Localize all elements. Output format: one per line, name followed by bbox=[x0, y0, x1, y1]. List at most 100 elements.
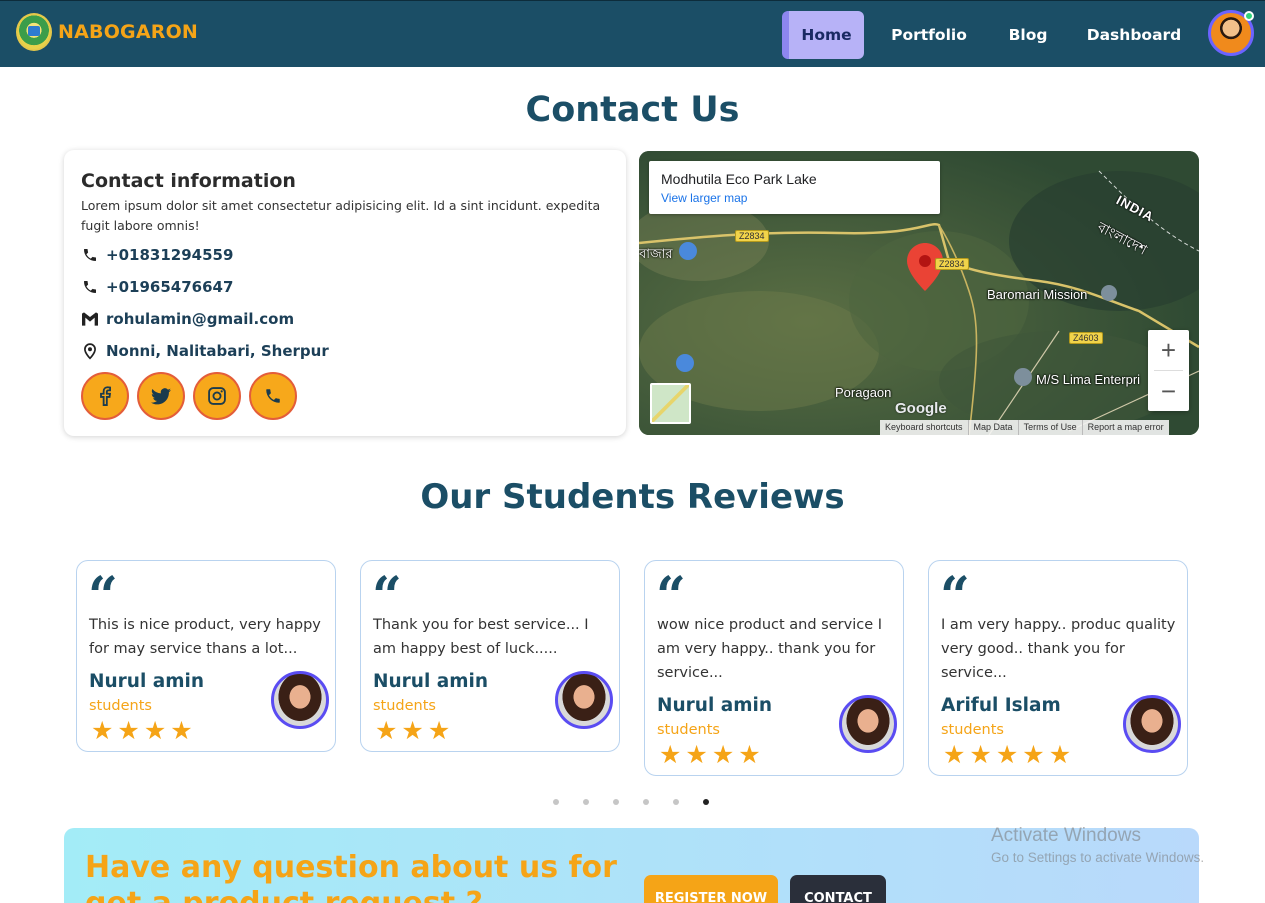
star-icon: ★ bbox=[711, 740, 735, 769]
reviewer-avatar bbox=[1123, 695, 1181, 753]
embedded-map[interactable]: Modhutila Eco Park Lake View larger map … bbox=[639, 151, 1199, 435]
carousel-dot[interactable] bbox=[703, 799, 709, 805]
brand[interactable]: NABOGARON bbox=[16, 13, 198, 51]
nav-blog[interactable]: Blog bbox=[994, 11, 1062, 59]
rating-stars: ★ ★ ★ ★ ★ bbox=[943, 742, 1071, 767]
twitter-icon[interactable] bbox=[137, 372, 185, 420]
star-icon: ★ bbox=[1022, 740, 1045, 769]
report-map-error-link[interactable]: Report a map error bbox=[1083, 420, 1169, 435]
reviewer-name: Nurul amin bbox=[373, 671, 489, 692]
rating-stars: ★ ★ ★ ★ bbox=[659, 742, 761, 767]
star-icon: ★ bbox=[401, 716, 424, 745]
carousel-dot[interactable] bbox=[673, 799, 679, 805]
contact-phone-1[interactable]: +01831294559 bbox=[81, 246, 233, 264]
map-footer: Keyboard shortcuts Map Data Terms of Use… bbox=[880, 420, 1169, 435]
phone-1-text: +01831294559 bbox=[106, 246, 234, 264]
phone-icon bbox=[81, 278, 99, 296]
map-data-link[interactable]: Map Data bbox=[969, 420, 1019, 435]
phone-2-text: +01965476647 bbox=[106, 278, 234, 296]
social-links bbox=[81, 372, 297, 420]
zoom-out-button[interactable]: − bbox=[1148, 371, 1189, 411]
address-text: Nonni, Nalitabari, Sherpur bbox=[106, 342, 329, 360]
star-icon: ★ bbox=[170, 716, 193, 745]
map-type-thumbnail[interactable] bbox=[650, 383, 691, 424]
rating-stars: ★ ★ ★ ★ bbox=[91, 718, 193, 743]
activate-windows-title: Activate Windows bbox=[991, 825, 1141, 846]
reviewer-name: Nurul amin bbox=[657, 695, 773, 716]
reviewer-role: students bbox=[373, 698, 436, 714]
keyboard-shortcuts-link[interactable]: Keyboard shortcuts bbox=[880, 420, 969, 435]
reviewer-role: students bbox=[89, 698, 152, 714]
location-pin-icon bbox=[81, 342, 99, 360]
register-now-button[interactable]: REGISTER NOW bbox=[644, 875, 778, 903]
map-label-baromari: Baromari Mission bbox=[987, 287, 1088, 302]
star-icon: ★ bbox=[685, 740, 708, 769]
reviewer-avatar bbox=[555, 671, 613, 729]
reviewer-avatar bbox=[839, 695, 897, 753]
map-place-card: Modhutila Eco Park Lake View larger map bbox=[649, 161, 940, 214]
contact-heading: Contact information bbox=[81, 170, 296, 192]
cta-title: Have any question about us for get a pro… bbox=[85, 850, 617, 903]
review-card: “ Thank you for best service... I am hap… bbox=[360, 560, 620, 752]
logo-icon bbox=[16, 13, 52, 51]
star-icon: ★ bbox=[91, 716, 114, 745]
star-icon: ★ bbox=[427, 716, 451, 745]
review-card: “ wow nice product and service I am very… bbox=[644, 560, 904, 776]
star-icon: ★ bbox=[143, 716, 167, 745]
phone-call-icon[interactable] bbox=[249, 372, 297, 420]
zoom-in-button[interactable]: + bbox=[1148, 330, 1189, 370]
review-card: “ I am very happy.. produc quality very … bbox=[928, 560, 1188, 776]
carousel-dot[interactable] bbox=[583, 799, 589, 805]
terms-of-use-link[interactable]: Terms of Use bbox=[1019, 420, 1083, 435]
instagram-icon[interactable] bbox=[193, 372, 241, 420]
contact-email[interactable]: rohulamin@gmail.com bbox=[81, 310, 294, 328]
review-text: This is nice product, very happy for may… bbox=[89, 617, 321, 657]
map-label-poragaon: Poragaon bbox=[835, 385, 892, 400]
contact-address: Nonni, Nalitabari, Sherpur bbox=[81, 342, 329, 360]
road-badge: Z2834 bbox=[735, 230, 769, 242]
nav-portfolio[interactable]: Portfolio bbox=[864, 11, 994, 59]
map-label-ms-lima: M/S Lima Enterpri bbox=[1036, 372, 1141, 387]
carousel-dot[interactable] bbox=[643, 799, 649, 805]
star-icon: ★ bbox=[969, 740, 992, 769]
star-icon: ★ bbox=[375, 716, 398, 745]
road-badge: Z2834 bbox=[935, 258, 969, 270]
review-text: I am very happy.. produc quality very go… bbox=[941, 617, 1176, 681]
email-text: rohulamin@gmail.com bbox=[106, 310, 295, 328]
view-larger-map-link[interactable]: View larger map bbox=[661, 191, 747, 205]
contact-button[interactable]: CONTACT bbox=[790, 875, 886, 903]
online-status-dot bbox=[1244, 11, 1254, 21]
review-text: Thank you for best service... I am happy… bbox=[373, 617, 589, 657]
star-icon: ★ bbox=[117, 716, 140, 745]
nav-home[interactable]: Home bbox=[782, 11, 864, 59]
map-place-name: Modhutila Eco Park Lake bbox=[661, 171, 817, 187]
nav-links: Home Portfolio Blog Dashboard bbox=[782, 11, 1206, 59]
rating-stars: ★ ★ ★ bbox=[375, 718, 450, 743]
map-label-bazar: বাজার bbox=[639, 246, 673, 261]
reviewer-role: students bbox=[941, 722, 1004, 738]
facebook-icon[interactable] bbox=[81, 372, 129, 420]
navbar: NABOGARON Home Portfolio Blog Dashboard bbox=[0, 0, 1265, 67]
reviewer-role: students bbox=[657, 722, 720, 738]
contact-title: Contact Us bbox=[525, 90, 740, 130]
contact-phone-2[interactable]: +01965476647 bbox=[81, 278, 233, 296]
contact-card: Contact information Lorem ipsum dolor si… bbox=[64, 150, 626, 436]
star-icon: ★ bbox=[995, 740, 1019, 769]
road-badge: Z4603 bbox=[1069, 332, 1103, 344]
reviewer-name: Nurul amin bbox=[89, 671, 205, 692]
reviewer-avatar bbox=[271, 671, 329, 729]
gmail-icon bbox=[81, 310, 99, 328]
contact-description: Lorem ipsum dolor sit amet consectetur a… bbox=[81, 198, 601, 233]
activate-windows-subtitle: Go to Settings to activate Windows. bbox=[991, 850, 1205, 865]
phone-icon bbox=[81, 246, 99, 264]
reviewer-name: Ariful Islam bbox=[941, 695, 1061, 716]
star-icon: ★ bbox=[943, 740, 966, 769]
reviews-title: Our Students Reviews bbox=[420, 477, 845, 517]
star-icon: ★ bbox=[738, 740, 761, 769]
carousel-dot[interactable] bbox=[553, 799, 559, 805]
carousel-pagination bbox=[553, 799, 709, 805]
carousel-dot[interactable] bbox=[613, 799, 619, 805]
google-logo: Google bbox=[895, 400, 947, 417]
nav-dashboard[interactable]: Dashboard bbox=[1062, 11, 1206, 59]
review-text: wow nice product and service I am very h… bbox=[657, 617, 883, 681]
